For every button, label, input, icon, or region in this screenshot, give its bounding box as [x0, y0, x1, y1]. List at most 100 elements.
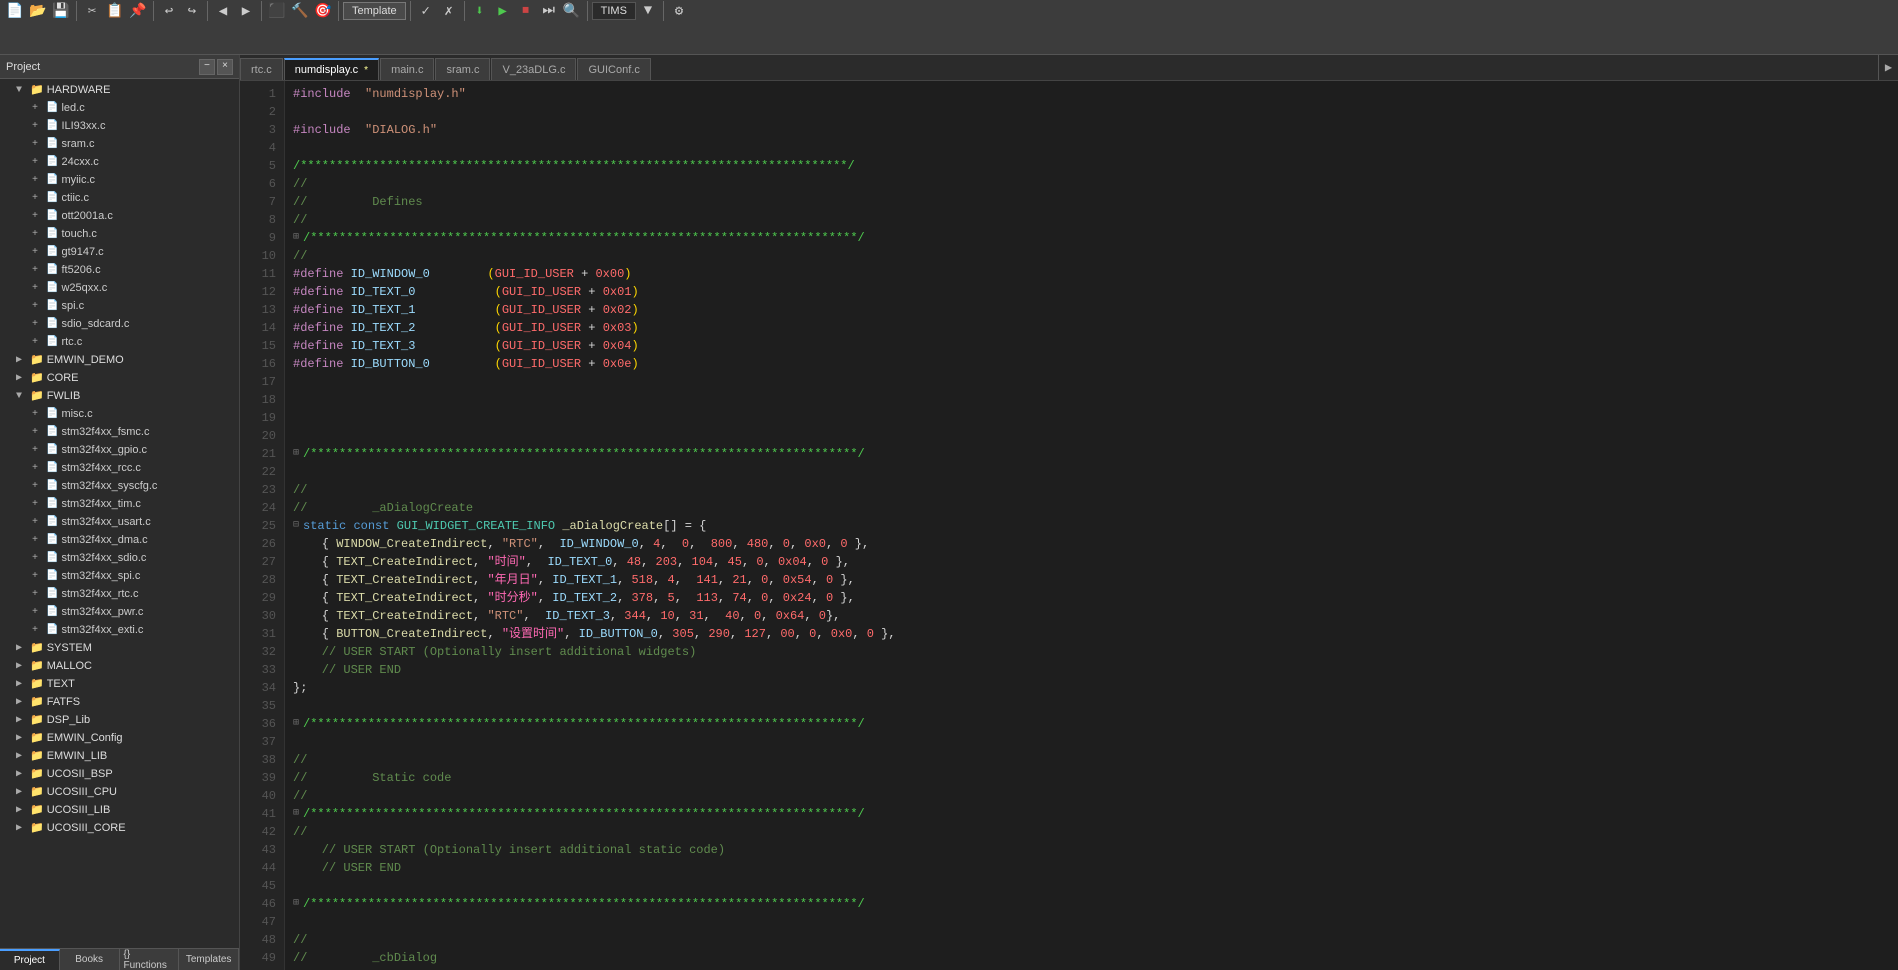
tab-numdisplay[interactable]: numdisplay.c *: [284, 58, 379, 80]
tree-item-sdio[interactable]: + 📄 sdio_sdcard.c: [0, 315, 239, 333]
step-over-icon[interactable]: ⏭: [538, 0, 560, 22]
sep5: [338, 1, 339, 21]
redo-icon[interactable]: ↪: [181, 0, 203, 22]
settings-icon[interactable]: ⚙: [668, 0, 690, 22]
tree-item-misc[interactable]: + 📄 misc.c: [0, 405, 239, 423]
build-icon[interactable]: 🔨: [289, 0, 311, 22]
tree-item-rtc[interactable]: + 📄 rtc.c: [0, 333, 239, 351]
tree-item-system[interactable]: ▶ 📁 SYSTEM: [0, 639, 239, 657]
code-content[interactable]: #include "numdisplay.h" #include "DIALOG…: [285, 81, 1898, 970]
code-line-45: [293, 877, 1890, 895]
tab-rtc[interactable]: rtc.c: [240, 58, 283, 80]
main-layout: Project − × ▼ 📁 HARDWARE + 📄 led.c: [0, 55, 1898, 970]
search-icon[interactable]: 🔍: [561, 0, 583, 22]
stop-icon[interactable]: ⏹: [515, 0, 537, 22]
tree-item-rcc[interactable]: + 📄 stm32f4xx_rcc.c: [0, 459, 239, 477]
tab-project[interactable]: Project: [0, 949, 60, 970]
tree-item-pwr[interactable]: + 📄 stm32f4xx_pwr.c: [0, 603, 239, 621]
code-line-1: #include "numdisplay.h": [293, 85, 1890, 103]
tree-item-w25qxx[interactable]: + 📄 w25qxx.c: [0, 279, 239, 297]
code-line-6: //: [293, 175, 1890, 193]
save-icon[interactable]: 💾: [50, 0, 72, 22]
tree-item-exti[interactable]: + 📄 stm32f4xx_exti.c: [0, 621, 239, 639]
code-line-18: [293, 391, 1890, 409]
code-line-47: [293, 913, 1890, 931]
tab-templates[interactable]: Templates: [179, 949, 239, 970]
tree-item-tim[interactable]: + 📄 stm32f4xx_tim.c: [0, 495, 239, 513]
new-file-icon[interactable]: 📄: [4, 0, 26, 22]
tab-scroll-right[interactable]: ▶: [1878, 55, 1898, 80]
code-line-25: ⊟static const GUI_WIDGET_CREATE_INFO _aD…: [293, 517, 1890, 535]
forward-icon[interactable]: ▶: [235, 0, 257, 22]
tab-guiconf[interactable]: GUIConf.c: [577, 58, 650, 80]
tree-item-led[interactable]: + 📄 led.c: [0, 99, 239, 117]
tree-item-dma[interactable]: + 📄 stm32f4xx_dma.c: [0, 531, 239, 549]
debug-icon[interactable]: ⬛: [266, 0, 288, 22]
code-line-29: { TEXT_CreateIndirect, "时分秒", ID_TEXT_2,…: [293, 589, 1890, 607]
sidebar-minimize[interactable]: −: [199, 59, 215, 75]
tree-item-hardware[interactable]: ▼ 📁 HARDWARE: [0, 81, 239, 99]
tree-item-ucosii-bsp[interactable]: ▶ 📁 UCOSII_BSP: [0, 765, 239, 783]
tree-item-ctiic[interactable]: + 📄 ctiic.c: [0, 189, 239, 207]
tree-item-ucosiii-cpu[interactable]: ▶ 📁 UCOSIII_CPU: [0, 783, 239, 801]
tree-item-malloc[interactable]: ▶ 📁 MALLOC: [0, 657, 239, 675]
sep2: [153, 1, 154, 21]
undo-icon[interactable]: ↩: [158, 0, 180, 22]
tree-item-syscfg[interactable]: + 📄 stm32f4xx_syscfg.c: [0, 477, 239, 495]
editor-area: rtc.c numdisplay.c * main.c sram.c V_23a…: [240, 55, 1898, 970]
code-line-2: [293, 103, 1890, 121]
tree-item-ucosiii-lib[interactable]: ▶ 📁 UCOSIII_LIB: [0, 801, 239, 819]
tab-rtc-label: rtc.c: [251, 64, 272, 76]
tree-item-ili93xx[interactable]: + 📄 ILI93xx.c: [0, 117, 239, 135]
tree-item-touch[interactable]: + 📄 touch.c: [0, 225, 239, 243]
code-line-44: // USER END: [293, 859, 1890, 877]
tree-item-fatfs[interactable]: ▶ 📁 FATFS: [0, 693, 239, 711]
check-icon[interactable]: ✓: [415, 0, 437, 22]
tree-item-24cxx[interactable]: + 📄 24cxx.c: [0, 153, 239, 171]
tree-item-ott2001a[interactable]: + 📄 ott2001a.c: [0, 207, 239, 225]
tree-item-sram[interactable]: + 📄 sram.c: [0, 135, 239, 153]
tree-item-emwin-demo[interactable]: ▶ 📁 EMWIN_DEMO: [0, 351, 239, 369]
paste-icon[interactable]: 📌: [127, 0, 149, 22]
tree-item-fsmc[interactable]: + 📄 stm32f4xx_fsmc.c: [0, 423, 239, 441]
sidebar-close[interactable]: ×: [217, 59, 233, 75]
tree-item-core[interactable]: ▶ 📁 CORE: [0, 369, 239, 387]
tims-dropdown-icon[interactable]: ▼: [637, 0, 659, 22]
cut-icon[interactable]: ✂: [81, 0, 103, 22]
tree-item-usart[interactable]: + 📄 stm32f4xx_usart.c: [0, 513, 239, 531]
tree-item-spi[interactable]: + 📄 spi.c: [0, 297, 239, 315]
tree-item-myiic[interactable]: + 📄 myiic.c: [0, 171, 239, 189]
code-line-46: ⊞/**************************************…: [293, 895, 1890, 913]
tab-v23adlg-label: V_23aDLG.c: [502, 64, 565, 76]
tab-main[interactable]: main.c: [380, 58, 434, 80]
code-line-31: { BUTTON_CreateIndirect, "设置时间", ID_BUTT…: [293, 625, 1890, 643]
copy-icon[interactable]: 📋: [104, 0, 126, 22]
code-line-3: #include "DIALOG.h": [293, 121, 1890, 139]
template-button[interactable]: Template: [343, 2, 406, 20]
tree-item-sdio2[interactable]: + 📄 stm32f4xx_sdio.c: [0, 549, 239, 567]
open-icon[interactable]: 📂: [27, 0, 49, 22]
tree-item-gt9147[interactable]: + 📄 gt9147.c: [0, 243, 239, 261]
tab-books[interactable]: Books: [60, 949, 120, 970]
code-line-28: { TEXT_CreateIndirect, "年月日", ID_TEXT_1,…: [293, 571, 1890, 589]
tree-item-ucosiii-core[interactable]: ▶ 📁 UCOSIII_CORE: [0, 819, 239, 837]
back-icon[interactable]: ◀: [212, 0, 234, 22]
tab-v23adlg[interactable]: V_23aDLG.c: [491, 58, 576, 80]
tree-item-emwin-config[interactable]: ▶ 📁 EMWIN_Config: [0, 729, 239, 747]
tree-item-gpio[interactable]: + 📄 stm32f4xx_gpio.c: [0, 441, 239, 459]
tree-item-spi2[interactable]: + 📄 stm32f4xx_spi.c: [0, 567, 239, 585]
tab-bar: rtc.c numdisplay.c * main.c sram.c V_23a…: [240, 55, 1898, 81]
tree-item-text[interactable]: ▶ 📁 TEXT: [0, 675, 239, 693]
download-icon[interactable]: ⬇: [469, 0, 491, 22]
tree-item-rtc2[interactable]: + 📄 stm32f4xx_rtc.c: [0, 585, 239, 603]
tab-sram[interactable]: sram.c: [435, 58, 490, 80]
tab-functions[interactable]: {} Functions: [120, 949, 180, 970]
run-icon[interactable]: ▶: [492, 0, 514, 22]
tree-item-emwin-lib[interactable]: ▶ 📁 EMWIN_LIB: [0, 747, 239, 765]
cross-icon[interactable]: ✗: [438, 0, 460, 22]
code-line-15: #define ID_TEXT_3 (GUI_ID_USER + 0x04): [293, 337, 1890, 355]
tree-item-fwlib[interactable]: ▼ 📁 FWLIB: [0, 387, 239, 405]
tree-item-dsp[interactable]: ▶ 📁 DSP_Lib: [0, 711, 239, 729]
tree-item-ft5206[interactable]: + 📄 ft5206.c: [0, 261, 239, 279]
target-icon[interactable]: 🎯: [312, 0, 334, 22]
